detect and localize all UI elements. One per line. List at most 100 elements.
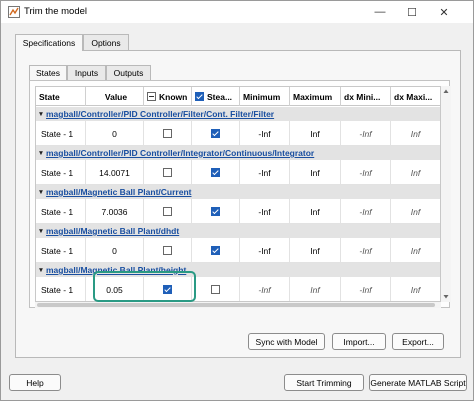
column-header-value[interactable]: Value	[86, 87, 144, 106]
dx-min-cell[interactable]: -Inf	[341, 121, 391, 146]
steady-select-all-checkbox[interactable]	[195, 92, 204, 101]
column-label: dx Maxi...	[394, 91, 433, 102]
dx-max-cell[interactable]: Inf	[391, 160, 440, 185]
start-trimming-button[interactable]: Start Trimming	[284, 374, 364, 391]
collapse-triangle-icon[interactable]: ▼	[36, 228, 46, 235]
steady-cell	[192, 238, 240, 263]
steady-state-checkbox[interactable]	[211, 129, 220, 138]
horizontal-scrollbar[interactable]	[35, 302, 441, 308]
collapse-triangle-icon[interactable]: ▼	[36, 189, 46, 196]
tab-states[interactable]: States	[29, 65, 67, 80]
generate-matlab-script-button[interactable]: Generate MATLAB Script	[369, 374, 467, 391]
column-label: Known	[159, 91, 188, 102]
export-button[interactable]: Export...	[392, 333, 444, 350]
column-header-maximum[interactable]: Maximum	[290, 87, 341, 106]
dx-min-cell[interactable]: -Inf	[341, 199, 391, 224]
states-table: State Value Known Stea... Minimum Maximu…	[35, 86, 441, 302]
state-name-cell: State - 1	[36, 199, 86, 224]
matlab-app-icon	[8, 6, 20, 18]
table-header: State Value Known Stea... Minimum Maximu…	[36, 87, 440, 106]
table-row: State - 1 7.0036 -Inf Inf -Inf Inf	[36, 199, 440, 224]
maximum-cell[interactable]: Inf	[290, 121, 341, 146]
state-group-row[interactable]: ▼ magball/Magnetic Ball Plant/dhdt	[36, 224, 440, 238]
steady-state-checkbox[interactable]	[211, 246, 220, 255]
dx-min-cell[interactable]: -Inf	[341, 160, 391, 185]
dx-max-cell[interactable]: Inf	[391, 238, 440, 263]
close-button[interactable]: ✕	[429, 1, 459, 23]
known-checkbox[interactable]	[163, 129, 172, 138]
sync-with-model-button[interactable]: Sync with Model	[248, 333, 325, 350]
column-header-dx-max[interactable]: dx Maxi...	[391, 87, 440, 106]
block-path-link[interactable]: magball/Magnetic Ball Plant/Current	[46, 187, 191, 197]
collapse-triangle-icon[interactable]: ▼	[36, 111, 46, 118]
steady-state-checkbox[interactable]	[211, 285, 220, 294]
state-name-cell: State - 1	[36, 160, 86, 185]
block-path-link[interactable]: magball/Controller/PID Controller/Filter…	[46, 109, 274, 119]
minimum-cell[interactable]: -Inf	[240, 277, 290, 301]
dx-min-cell[interactable]: -Inf	[341, 277, 391, 301]
steady-cell	[192, 121, 240, 146]
known-cell	[144, 121, 192, 146]
column-label: Minimum	[243, 91, 281, 102]
maximum-cell[interactable]: Inf	[290, 238, 341, 263]
tab-outputs[interactable]: Outputs	[106, 65, 151, 80]
minimize-button[interactable]: —	[365, 1, 395, 23]
dx-max-cell[interactable]: Inf	[391, 277, 440, 301]
value-cell[interactable]: 7.0036	[86, 199, 144, 224]
column-label: dx Mini...	[344, 91, 381, 102]
table-row: State - 1 14.0071 -Inf Inf -Inf Inf	[36, 160, 440, 185]
steady-cell	[192, 277, 240, 301]
state-group-row[interactable]: ▼ magball/Controller/PID Controller/Inte…	[36, 146, 440, 160]
highlight-box	[93, 271, 196, 302]
value-cell[interactable]: 0	[86, 238, 144, 263]
dx-min-cell[interactable]: -Inf	[341, 238, 391, 263]
trim-dialog-window: Trim the model — ☐ ✕ Specifications Opti…	[0, 0, 474, 401]
dx-max-cell[interactable]: Inf	[391, 199, 440, 224]
maximum-cell[interactable]: Inf	[290, 160, 341, 185]
dx-max-cell[interactable]: Inf	[391, 121, 440, 146]
tab-inputs[interactable]: Inputs	[67, 65, 106, 80]
known-select-all-checkbox[interactable]	[147, 92, 156, 101]
column-header-minimum[interactable]: Minimum	[240, 87, 290, 106]
collapse-triangle-icon[interactable]: ▼	[36, 267, 46, 274]
help-button[interactable]: Help	[9, 374, 61, 391]
state-name-cell: State - 1	[36, 238, 86, 263]
known-checkbox[interactable]	[163, 246, 172, 255]
known-cell	[144, 199, 192, 224]
state-name-cell: State - 1	[36, 277, 86, 301]
minimum-cell[interactable]: -Inf	[240, 199, 290, 224]
column-label: Value	[104, 91, 128, 102]
minimum-cell[interactable]: -Inf	[240, 121, 290, 146]
block-path-link[interactable]: magball/Magnetic Ball Plant/dhdt	[46, 226, 179, 236]
window-title: Trim the model	[24, 6, 87, 17]
column-header-known[interactable]: Known	[144, 87, 192, 106]
column-header-steady[interactable]: Stea...	[192, 87, 240, 106]
steady-state-checkbox[interactable]	[211, 168, 220, 177]
state-group-row[interactable]: ▼ magball/Magnetic Ball Plant/Current	[36, 185, 440, 199]
value-cell[interactable]: 14.0071	[86, 160, 144, 185]
block-path-link[interactable]: magball/Controller/PID Controller/Integr…	[46, 148, 314, 158]
maximum-cell[interactable]: Inf	[290, 199, 341, 224]
import-button[interactable]: Import...	[332, 333, 386, 350]
steady-cell	[192, 199, 240, 224]
title-bar: Trim the model — ☐ ✕	[1, 1, 473, 23]
known-checkbox[interactable]	[163, 168, 172, 177]
known-checkbox[interactable]	[163, 207, 172, 216]
steady-cell	[192, 160, 240, 185]
state-name-cell: State - 1	[36, 121, 86, 146]
collapse-triangle-icon[interactable]: ▼	[36, 150, 46, 157]
minimum-cell[interactable]: -Inf	[240, 238, 290, 263]
tab-specifications[interactable]: Specifications	[15, 34, 83, 51]
vertical-scrollbar[interactable]	[441, 86, 451, 302]
minimum-cell[interactable]: -Inf	[240, 160, 290, 185]
column-header-dx-min[interactable]: dx Mini...	[341, 87, 391, 106]
table-row: State - 1 0 -Inf Inf -Inf Inf	[36, 121, 440, 146]
value-cell[interactable]: 0	[86, 121, 144, 146]
column-header-state[interactable]: State	[36, 87, 86, 106]
state-group-row[interactable]: ▼ magball/Controller/PID Controller/Filt…	[36, 107, 440, 121]
column-label: State	[39, 91, 60, 102]
steady-state-checkbox[interactable]	[211, 207, 220, 216]
maximum-cell[interactable]: Inf	[290, 277, 341, 301]
maximize-button[interactable]: ☐	[397, 1, 427, 23]
tab-options[interactable]: Options	[83, 34, 129, 50]
